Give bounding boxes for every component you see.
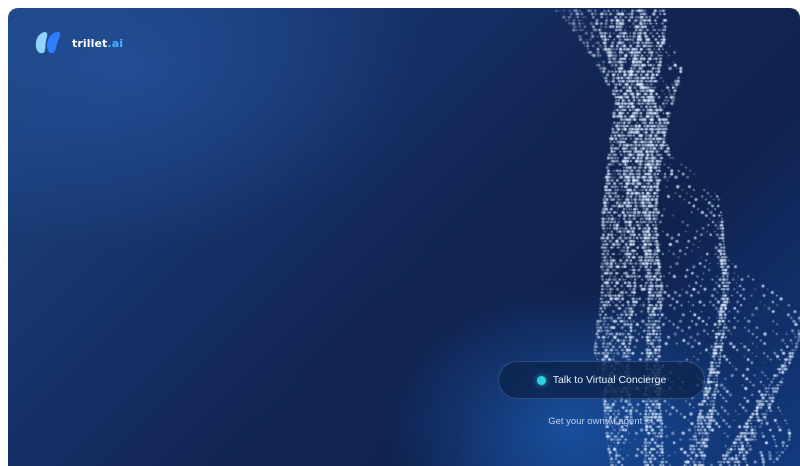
talk-to-concierge-button[interactable]: Talk to Virtual Concierge — [498, 361, 705, 399]
get-ai-agent-link[interactable]: Get your own AI agent → — [498, 416, 705, 427]
brand-logo[interactable]: trillet.ai — [34, 30, 123, 56]
status-dot-icon — [536, 375, 546, 385]
trillet-logo-icon — [35, 31, 61, 54]
arrow-right-icon: → — [645, 416, 655, 427]
get-ai-agent-label: Get your own AI agent — [548, 416, 643, 427]
brand-name: trillet.ai — [72, 36, 124, 50]
talk-to-concierge-label: Talk to Virtual Concierge — [552, 374, 667, 386]
cta-group: Talk to Virtual Concierge Get your own A… — [498, 361, 705, 427]
app-canvas: trillet.ai Talk to Virtual Concierge Get… — [8, 8, 800, 466]
